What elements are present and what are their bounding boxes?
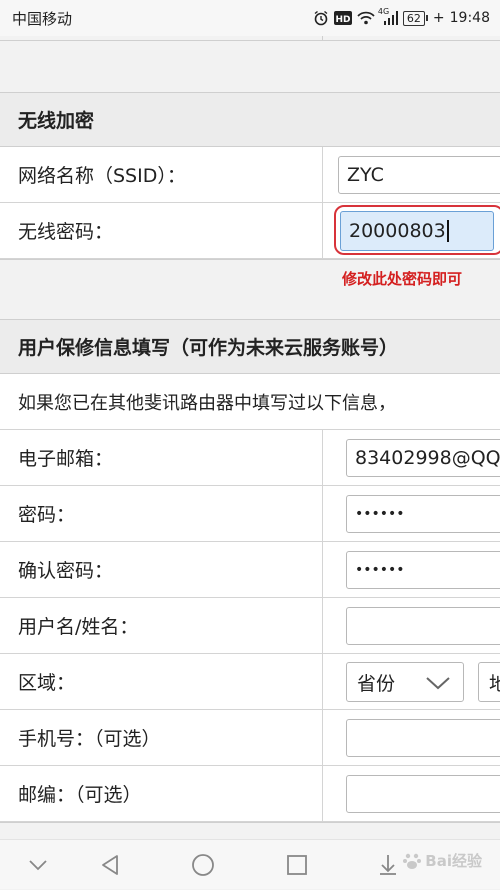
router-settings-page: 无线加密 网络名称（SSID）： ZYC 无线密码： 20000803 修改此处… xyxy=(0,36,500,839)
watermark-text: Bai经验 xyxy=(425,852,482,870)
network-type: 4G xyxy=(377,7,390,16)
wifi-password-row: 无线密码： 20000803 xyxy=(0,203,500,259)
section-title-wireless: 无线加密 xyxy=(0,93,500,147)
username-label: 用户名/姓名： xyxy=(18,616,139,638)
chevron-down-icon[interactable] xyxy=(8,840,68,890)
province-select-value: 省份 xyxy=(357,672,396,695)
battery-icon: 62 xyxy=(402,10,428,26)
postcode-row: 邮编：（可选） xyxy=(0,766,500,822)
wifi-icon xyxy=(357,11,375,25)
ssid-row: 网络名称（SSID）： ZYC xyxy=(0,147,500,203)
hd-icon: HD xyxy=(333,11,352,25)
email-input[interactable]: 83402998@QQ xyxy=(346,439,500,477)
wifi-password-label: 无线密码： xyxy=(18,221,114,243)
ssid-label: 网络名称（SSID）： xyxy=(18,165,186,187)
account-password-row: 密码： •••••• xyxy=(0,486,500,542)
postcode-input[interactable] xyxy=(346,775,500,813)
svg-text:HD: HD xyxy=(335,15,350,25)
paw-icon xyxy=(403,853,422,869)
email-label: 电子邮箱： xyxy=(18,448,114,470)
status-bar: 中国移动 HD 4G 62 + 19:48 xyxy=(0,0,500,36)
user-warranty-section: 用户保修信息填写（可作为未来云服务账号） 如果您已在其他斐讯路由器中填写过以下信… xyxy=(0,319,500,823)
username-input[interactable] xyxy=(346,607,500,645)
email-value: 83402998@QQ xyxy=(355,447,500,469)
signal-icon: 4G xyxy=(378,7,398,25)
province-select[interactable]: 省份 xyxy=(346,662,464,702)
ssid-value: ZYC xyxy=(347,164,384,186)
chevron-down-icon xyxy=(425,674,451,696)
region-row: 区域： 省份 地 xyxy=(0,654,500,710)
recents-icon[interactable] xyxy=(267,840,327,890)
confirm-password-value: •••••• xyxy=(355,562,405,578)
city-select[interactable]: 地 xyxy=(478,662,500,702)
postcode-label: 邮编：（可选） xyxy=(18,784,142,806)
watermark: Bai经验 xyxy=(402,850,482,871)
alarm-icon xyxy=(313,10,329,26)
charging-plus: + xyxy=(432,10,445,26)
username-row: 用户名/姓名： xyxy=(0,598,500,654)
account-password-value: •••••• xyxy=(355,506,405,522)
account-password-input[interactable]: •••••• xyxy=(346,495,500,533)
phone-input[interactable] xyxy=(346,719,500,757)
confirm-password-input[interactable]: •••••• xyxy=(346,551,500,589)
account-password-label: 密码： xyxy=(18,504,76,526)
clock: 19:48 xyxy=(449,10,490,26)
confirm-password-row: 确认密码： •••••• xyxy=(0,542,500,598)
email-row: 电子邮箱： 83402998@QQ xyxy=(0,430,500,486)
home-icon[interactable] xyxy=(173,840,233,890)
status-icons: HD 4G 62 + 19:48 xyxy=(313,7,490,26)
section-title-user: 用户保修信息填写（可作为未来云服务账号） xyxy=(0,320,500,374)
ssid-input[interactable]: ZYC xyxy=(338,156,500,194)
carrier-name: 中国移动 xyxy=(12,9,73,28)
password-highlight-outline xyxy=(334,205,500,255)
wireless-encryption-section: 无线加密 网络名称（SSID）： ZYC 无线密码： 20000803 xyxy=(0,92,500,260)
city-select-value: 地 xyxy=(489,669,500,696)
info-text: 如果您已在其他斐讯路由器中填写过以下信息， xyxy=(0,374,500,430)
previous-row-fragment xyxy=(0,36,500,41)
back-icon[interactable] xyxy=(80,840,140,890)
navigation-bar: Bai经验 xyxy=(0,839,500,889)
battery-level: 62 xyxy=(402,10,425,26)
confirm-password-label: 确认密码： xyxy=(18,560,114,582)
region-label: 区域： xyxy=(18,672,76,694)
phone-label: 手机号：（可选） xyxy=(18,728,161,750)
phone-row: 手机号：（可选） xyxy=(0,710,500,766)
annotation-note: 修改此处密码即可 xyxy=(342,270,463,288)
